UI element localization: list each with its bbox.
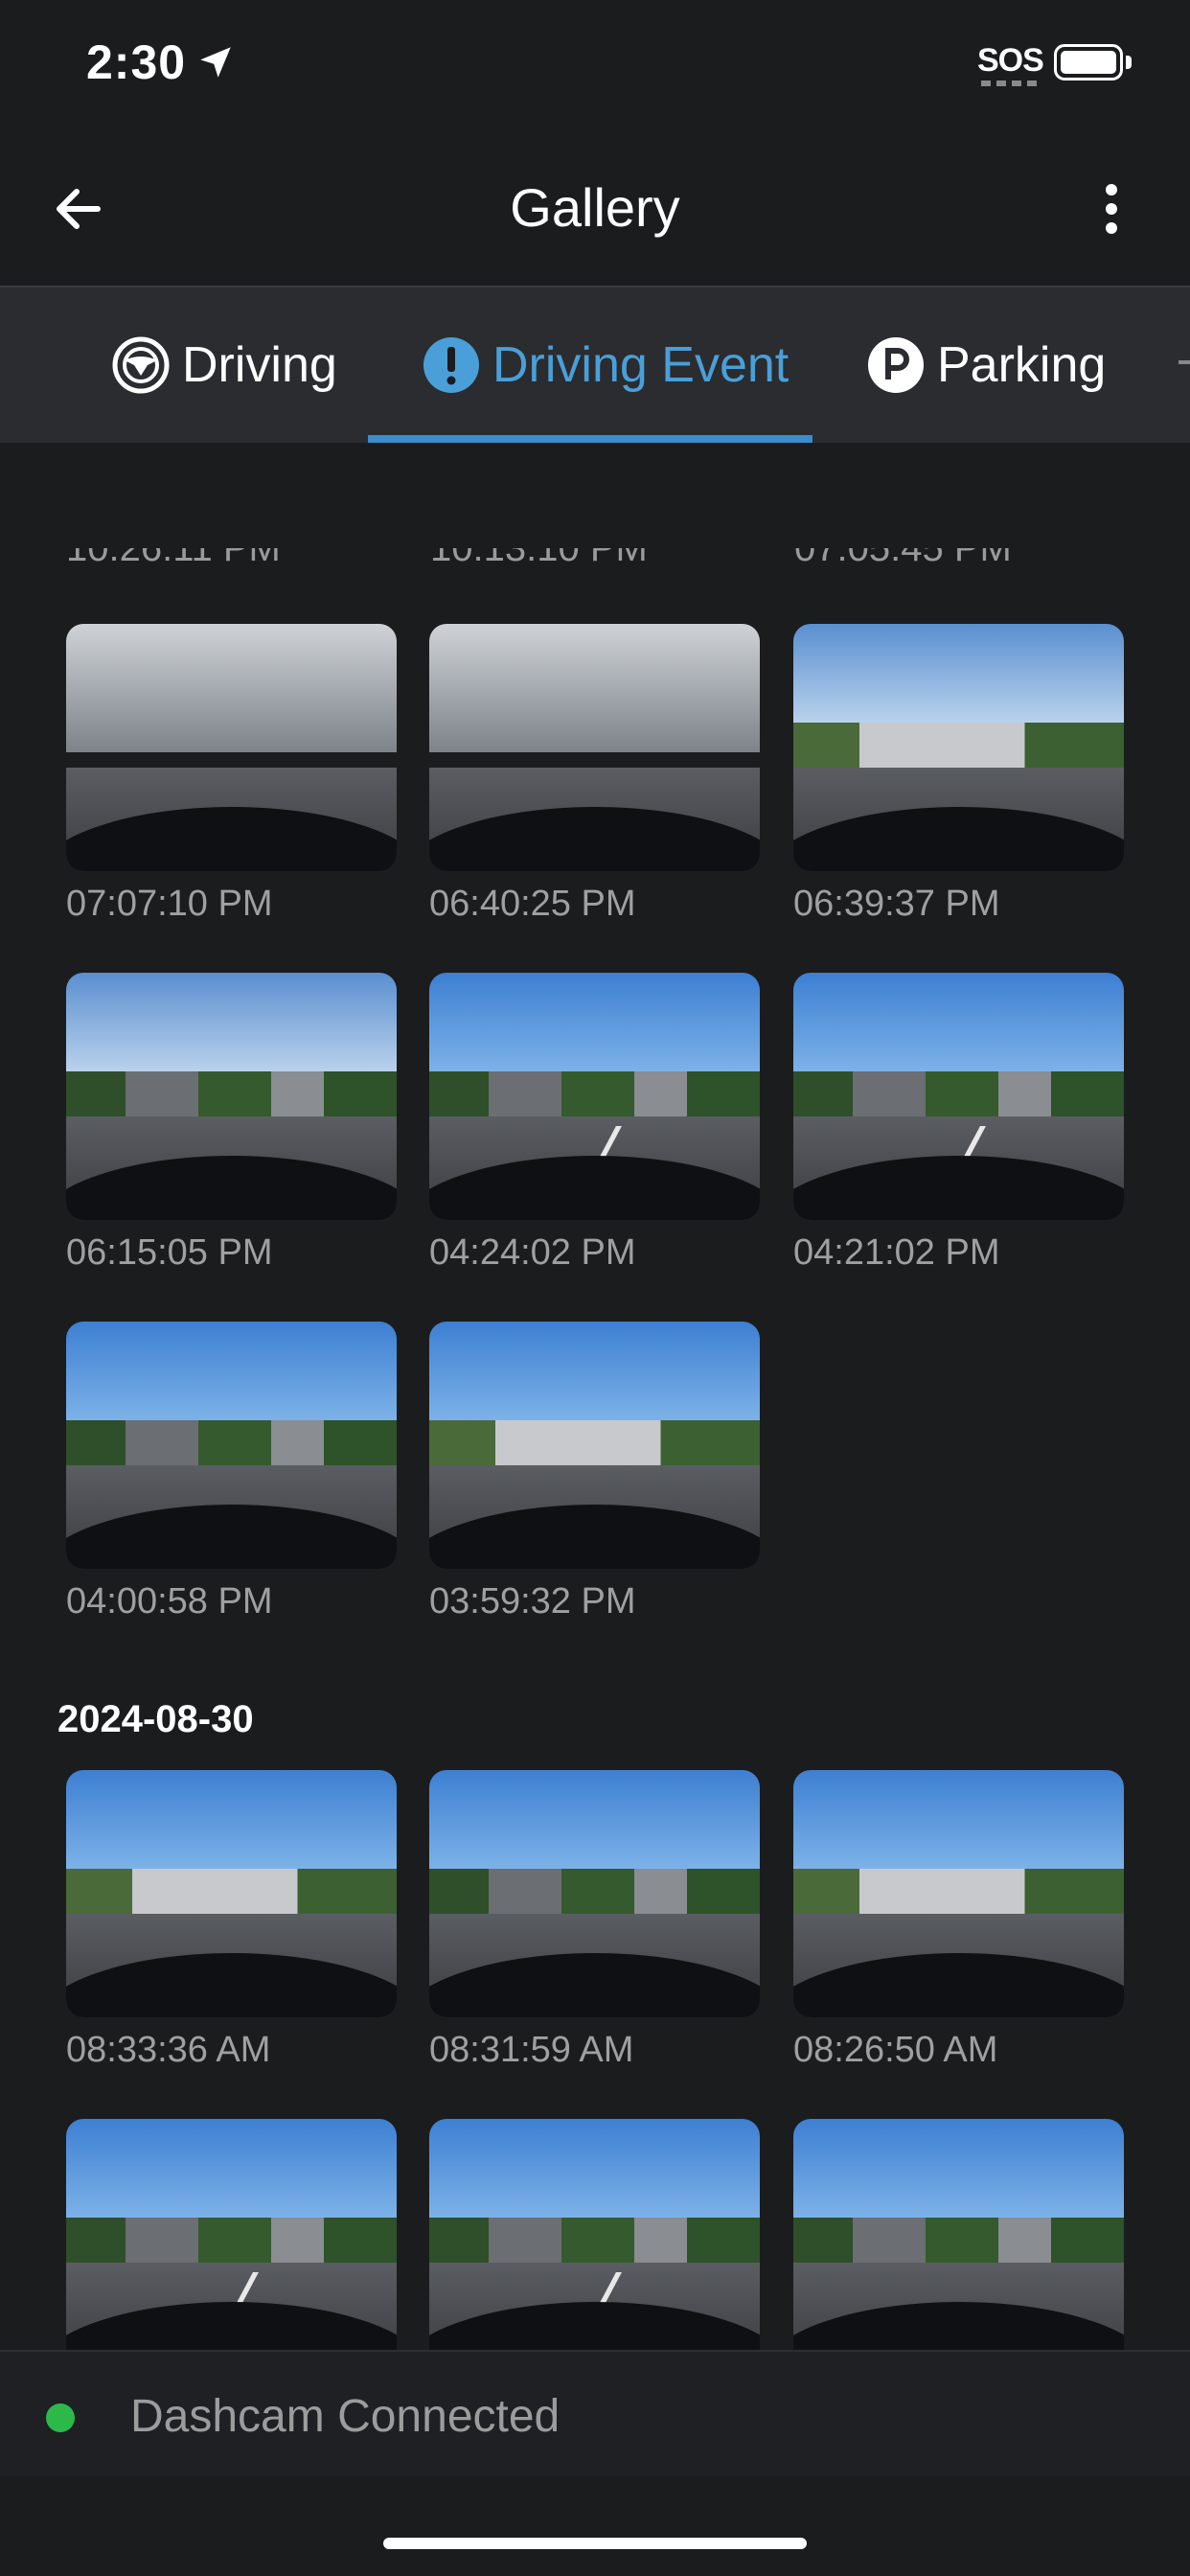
status-bar: 2:30 SOS bbox=[0, 0, 1190, 134]
video-thumbnail[interactable] bbox=[66, 1770, 397, 2017]
thumbnail-time: 06:40:25 PM bbox=[429, 884, 636, 924]
tab-driving-event[interactable]: Driving Event bbox=[422, 288, 789, 443]
thumbnail-time: 08:31:59 AM bbox=[429, 2030, 634, 2070]
cut-off-label: 10:13:10 PM bbox=[430, 548, 648, 569]
tab-parking[interactable]: Parking bbox=[866, 288, 1106, 443]
thumbnail-time: 03:59:32 PM bbox=[429, 1581, 636, 1622]
video-thumbnail[interactable] bbox=[429, 973, 760, 1220]
video-thumbnail[interactable] bbox=[793, 1770, 1124, 2017]
video-thumbnail[interactable] bbox=[66, 1322, 397, 1569]
thumbnail-time: 08:26:50 AM bbox=[793, 2030, 998, 2070]
parking-icon bbox=[868, 337, 924, 393]
video-thumbnail[interactable] bbox=[429, 2119, 760, 2350]
sos-indicator: SOS bbox=[977, 42, 1044, 79]
tab-driving[interactable]: Driving bbox=[111, 288, 337, 443]
battery-tip bbox=[1126, 56, 1132, 69]
gallery-grid: 10:26:11 PM 10:13:10 PM 07:05:45 PM 07:0… bbox=[0, 443, 1190, 2350]
video-thumbnail[interactable] bbox=[793, 624, 1124, 871]
battery-icon bbox=[1054, 44, 1123, 80]
home-indicator[interactable] bbox=[383, 2538, 807, 2549]
video-thumbnail[interactable] bbox=[793, 973, 1124, 1220]
cut-off-label: 10:26:11 PM bbox=[66, 548, 281, 569]
video-thumbnail[interactable] bbox=[429, 1770, 760, 2017]
date-header: 2024-08-30 bbox=[57, 1698, 254, 1740]
page-title: Gallery bbox=[510, 177, 680, 238]
tab-driving-event-label: Driving Event bbox=[492, 337, 790, 393]
signal-dots-icon bbox=[981, 80, 1037, 86]
tab-overflow-hint bbox=[1179, 360, 1190, 364]
video-thumbnail[interactable] bbox=[793, 2119, 1124, 2350]
video-thumbnail[interactable] bbox=[66, 973, 397, 1220]
connection-status-bar: Dashcam Connected bbox=[0, 2350, 1190, 2476]
video-thumbnail[interactable] bbox=[429, 624, 760, 871]
thumbnail-time: 07:07:10 PM bbox=[66, 884, 273, 924]
thumbnail-time: 06:39:37 PM bbox=[793, 884, 1000, 924]
thumbnail-time: 06:15:05 PM bbox=[66, 1232, 273, 1273]
exclamation-icon bbox=[423, 337, 479, 393]
tab-driving-label: Driving bbox=[182, 337, 337, 393]
video-thumbnail[interactable] bbox=[66, 2119, 397, 2350]
tab-bar: Driving Driving Event Parking bbox=[0, 288, 1190, 443]
connected-dot-icon bbox=[46, 2404, 75, 2432]
thumbnail-time: 04:24:02 PM bbox=[429, 1232, 636, 1273]
thumbnail-time: 08:33:36 AM bbox=[66, 2030, 271, 2070]
steering-wheel-icon bbox=[112, 336, 170, 394]
video-thumbnail[interactable] bbox=[429, 1322, 760, 1569]
location-arrow-icon bbox=[200, 47, 231, 78]
status-time: 2:30 bbox=[86, 35, 187, 89]
cut-off-label: 07:05:45 PM bbox=[794, 548, 1012, 569]
thumbnail-time: 04:00:58 PM bbox=[66, 1581, 273, 1622]
connection-status-text: Dashcam Connected bbox=[130, 2391, 561, 2442]
active-tab-indicator bbox=[368, 435, 812, 443]
thumbnail-time: 04:21:02 PM bbox=[793, 1232, 1000, 1273]
more-menu-icon[interactable] bbox=[1083, 171, 1140, 247]
video-thumbnail[interactable] bbox=[66, 624, 397, 871]
app-header: Gallery bbox=[0, 134, 1190, 288]
tab-parking-label: Parking bbox=[937, 337, 1107, 393]
